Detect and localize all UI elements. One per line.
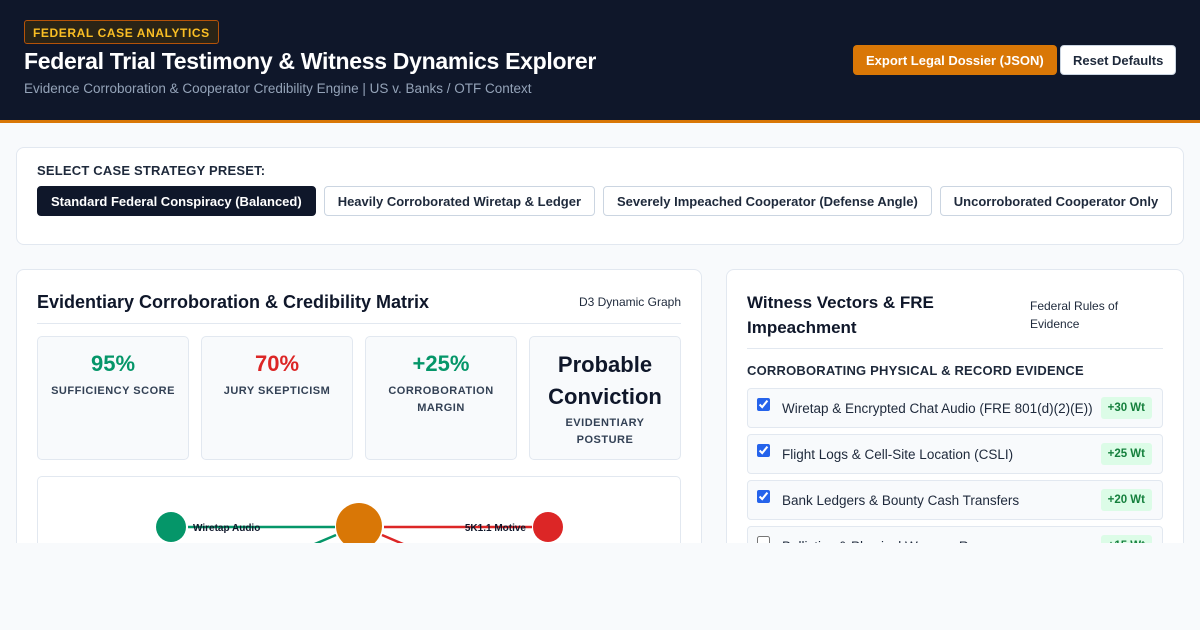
- divider: [747, 348, 1163, 349]
- witness-title: Witness Vectors & FRE Impeachment: [747, 293, 934, 337]
- evidence-item-wiretap[interactable]: Wiretap & Encrypted Chat Audio (FRE 801(…: [747, 388, 1163, 428]
- evidence-item-flight-logs[interactable]: Flight Logs & Cell-Site Location (CSLI) …: [747, 434, 1163, 474]
- wiretap-node-label: Wiretap Audio: [193, 523, 260, 534]
- preset-label: SELECT CASE STRATEGY PRESET:: [37, 163, 266, 178]
- export-dossier-button[interactable]: Export Legal Dossier (JSON): [853, 45, 1057, 75]
- evidentiary-posture-card: Probable Conviction EVIDENTIARY POSTURE: [529, 336, 681, 460]
- evidence-section-label: CORROBORATING PHYSICAL & RECORD EVIDENCE: [747, 363, 1084, 378]
- viewport-fold: [0, 543, 1200, 630]
- weight-badge: +20 Wt: [1100, 489, 1152, 511]
- corroboration-margin-value: +25%: [412, 351, 470, 376]
- evidence-item-bank-ledgers[interactable]: Bank Ledgers & Bounty Cash Transfers +20…: [747, 480, 1163, 520]
- app-title: Federal Trial Testimony & Witness Dynami…: [24, 48, 597, 74]
- preset-standard-conspiracy-button[interactable]: Standard Federal Conspiracy (Balanced): [37, 186, 316, 216]
- fre-label: Federal Rules of Evidence: [1030, 299, 1119, 331]
- graph-type-label: D3 Dynamic Graph: [578, 295, 681, 309]
- preset-uncorroborated-cooperator-button[interactable]: Uncorroborated Cooperator Only: [939, 186, 1173, 216]
- evidence-label: Bank Ledgers & Bounty Cash Transfers: [782, 493, 1020, 508]
- corroboration-margin-label: CORROBORATION MARGIN: [388, 385, 494, 414]
- preset-button-group: Standard Federal Conspiracy (Balanced) H…: [37, 186, 1173, 216]
- app-subtitle: Evidence Corroboration & Cooperator Cred…: [24, 81, 532, 96]
- sufficiency-score-label: SUFFICIENCY SCORE: [51, 385, 175, 397]
- app-header: FEDERAL CASE ANALYTICS Federal Trial Tes…: [0, 0, 1200, 123]
- jury-skepticism-value: 70%: [254, 351, 300, 376]
- jury-skepticism-card: 70% JURY SKEPTICISM: [201, 336, 353, 460]
- reset-defaults-button[interactable]: Reset Defaults: [1060, 45, 1177, 75]
- sufficiency-score-card: 95% SUFFICIENCY SCORE: [37, 336, 189, 460]
- weight-badge: +25 Wt: [1100, 443, 1152, 465]
- weight-badge: +30 Wt: [1100, 397, 1152, 419]
- preset-corroborated-wiretap-button[interactable]: Heavily Corroborated Wiretap & Ledger: [323, 186, 596, 216]
- preset-impeached-cooperator-button[interactable]: Severely Impeached Cooperator (Defense A…: [603, 186, 932, 216]
- jury-skepticism-label: JURY SKEPTICISM: [223, 385, 331, 397]
- evidence-checkbox[interactable]: [757, 444, 770, 457]
- sufficiency-score-value: 95%: [90, 351, 136, 376]
- evidence-label: Wiretap & Encrypted Chat Audio (FRE 801(…: [782, 401, 1093, 416]
- evidentiary-posture-value: Probable Conviction: [548, 352, 662, 409]
- divider: [37, 323, 681, 324]
- evidence-checkbox[interactable]: [757, 398, 770, 411]
- preset-panel: SELECT CASE STRATEGY PRESET: Standard Fe…: [16, 147, 1184, 245]
- matrix-title: Evidentiary Corroboration & Credibility …: [37, 292, 430, 312]
- motive-node[interactable]: [533, 512, 563, 542]
- wiretap-node[interactable]: [156, 512, 186, 542]
- motive-node-label: 5K1.1 Motive: [465, 523, 527, 534]
- category-badge: FEDERAL CASE ANALYTICS: [24, 20, 219, 44]
- corroboration-margin-card: +25% CORROBORATION MARGIN: [365, 336, 517, 460]
- evidence-label: Flight Logs & Cell-Site Location (CSLI): [782, 447, 1014, 462]
- evidence-checkbox[interactable]: [757, 490, 770, 503]
- evidentiary-posture-label: EVIDENTIARY POSTURE: [565, 417, 645, 446]
